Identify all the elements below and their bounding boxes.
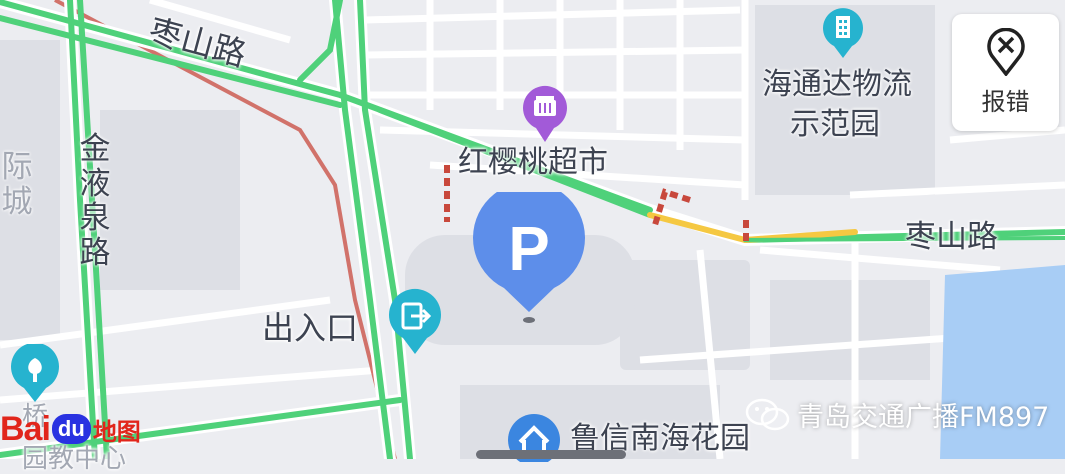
logo-ditu: 地图 [92, 417, 141, 446]
parking-letter: P [508, 215, 549, 284]
home-indicator[interactable] [476, 450, 626, 459]
road-label-zaoshan-right: 枣山路 [905, 219, 998, 255]
district-label-partial: 际城 [1, 149, 33, 220]
entrance-poi[interactable] [385, 288, 445, 362]
supermarket-label: 红樱桃超市 [458, 145, 608, 180]
report-error-label: 报错 [981, 88, 1030, 116]
wechat-icon [745, 398, 790, 430]
watermark: 青岛交通广播FM897 [745, 395, 1049, 434]
logo-du: du [51, 414, 91, 444]
parking-marker[interactable]: P [472, 181, 586, 330]
office-building-icon [823, 8, 863, 59]
watermark-text: 青岛交通广播FM897 [797, 402, 1050, 433]
logo-bai: Bai [0, 409, 51, 448]
park-poi[interactable] [8, 342, 62, 408]
road-label-jinyequan: 金液泉路 [79, 131, 111, 272]
report-error-icon [986, 28, 1025, 76]
tree-icon [11, 342, 59, 402]
baidu-logo: Bai du 地图 [0, 404, 141, 454]
logistics-label-line2: 示范园 [790, 107, 880, 142]
entrance-icon [389, 288, 441, 354]
parking-icon: P [473, 181, 585, 323]
entrance-label: 出入口 [262, 309, 359, 347]
shopping-basket-icon [523, 85, 567, 142]
logistics-label-line1: 海通达物流 [762, 67, 912, 102]
report-error-button[interactable]: 报错 [952, 14, 1059, 131]
logistics-poi[interactable] [820, 6, 866, 64]
supermarket-poi[interactable] [520, 84, 570, 148]
